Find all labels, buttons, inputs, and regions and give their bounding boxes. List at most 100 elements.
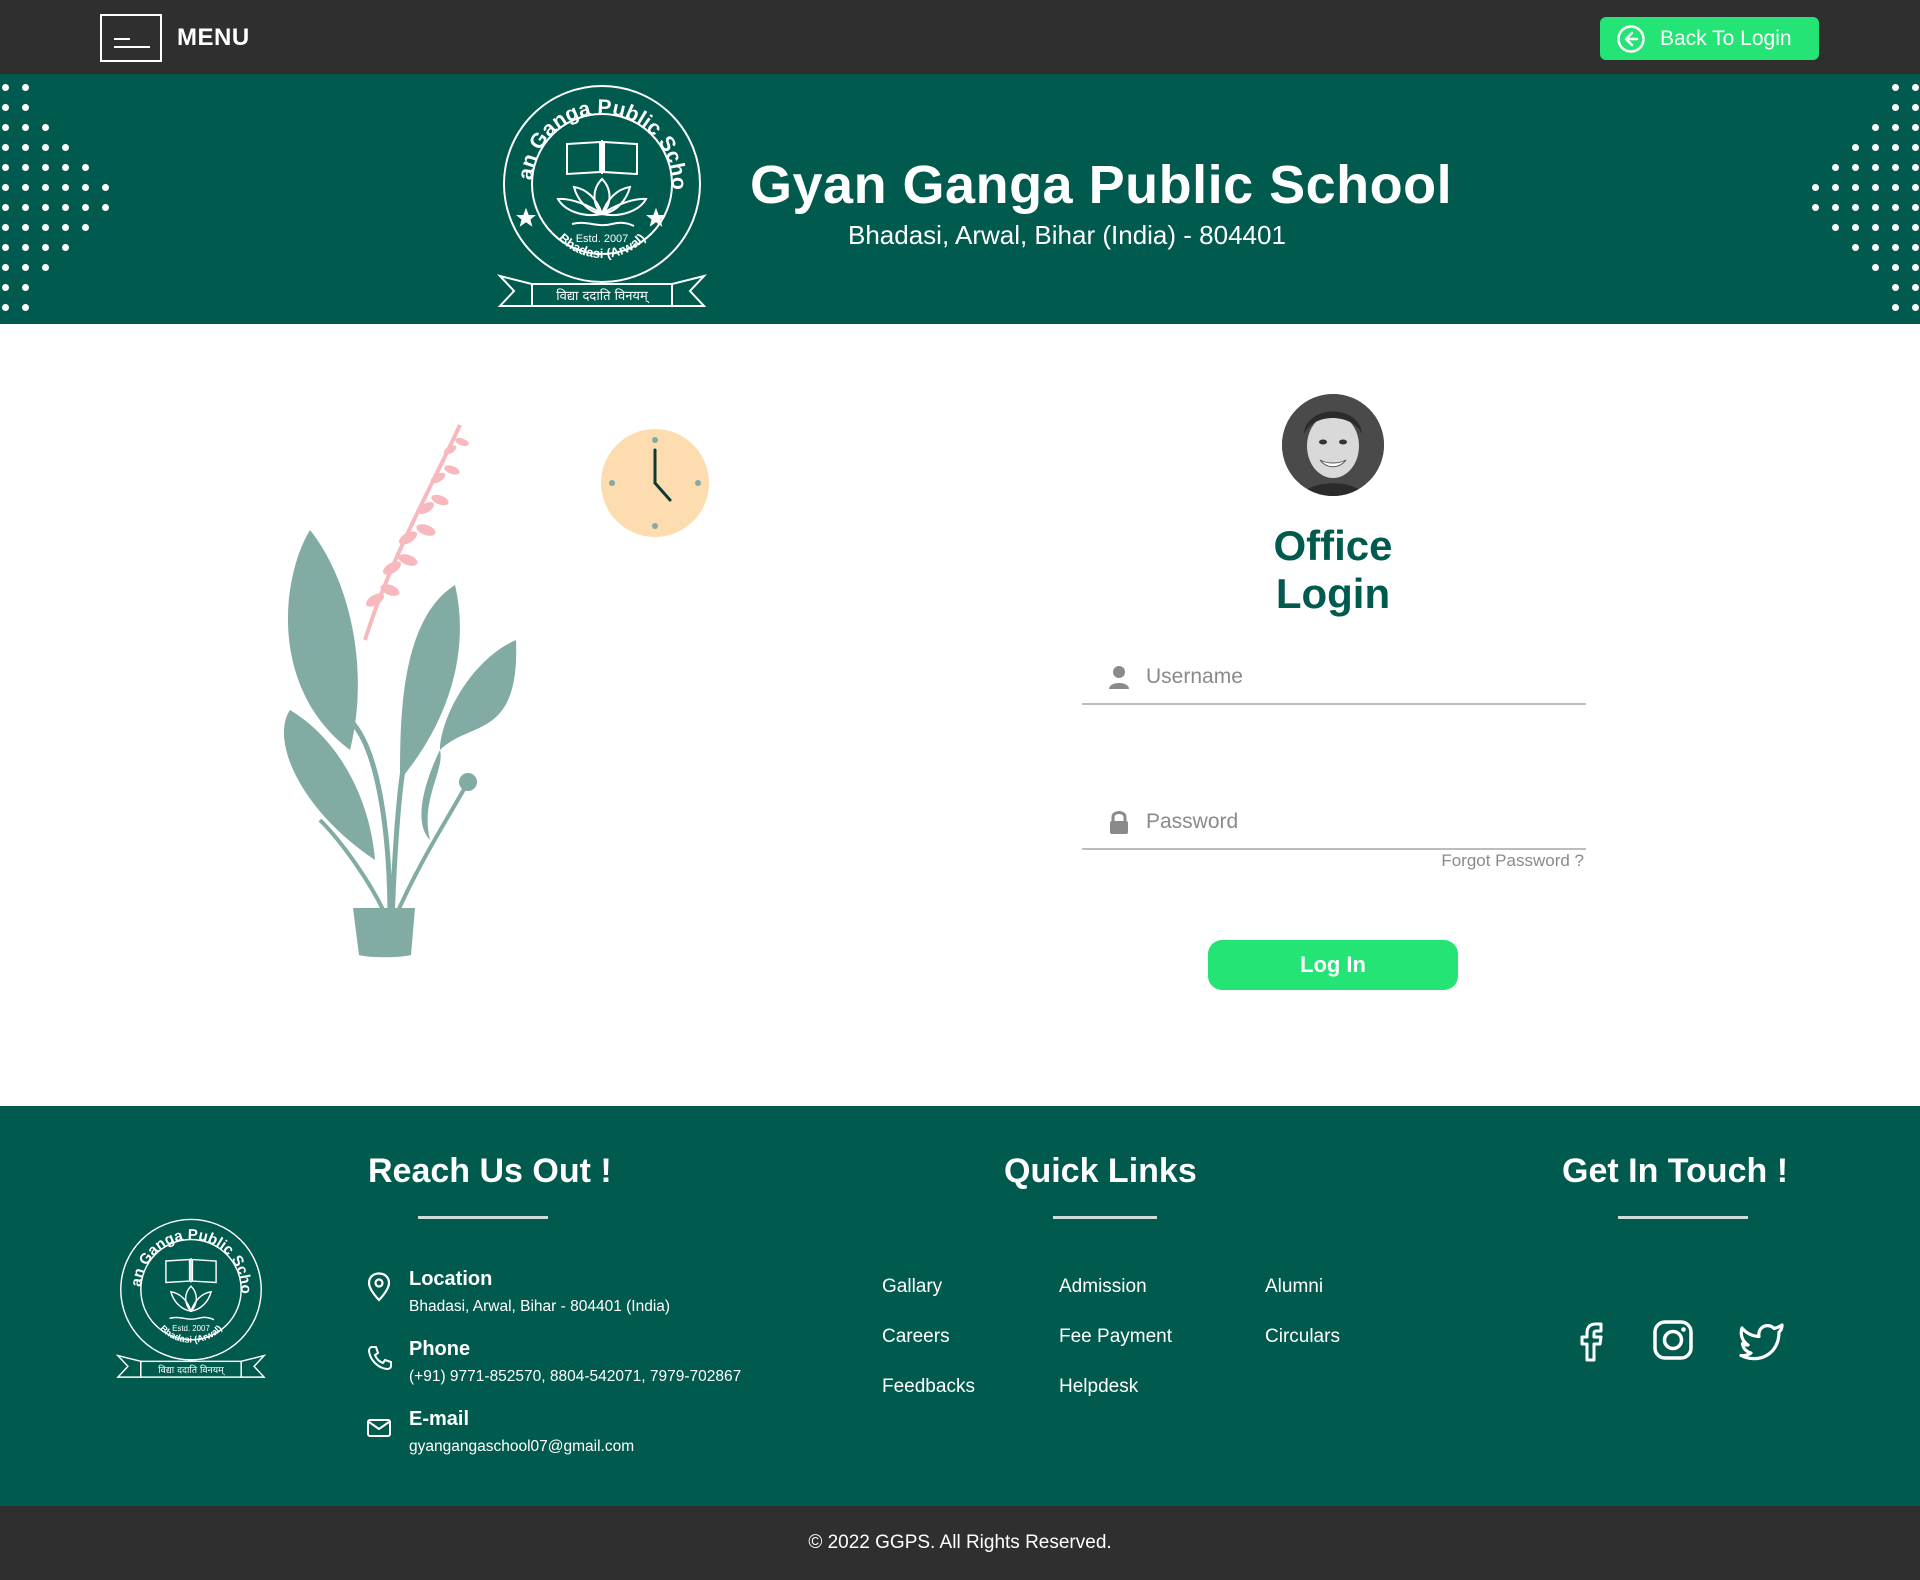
login-title: Office Login xyxy=(1273,522,1393,617)
mail-icon xyxy=(367,1419,391,1437)
decorative-dot xyxy=(1812,184,1819,191)
back-to-login-button[interactable]: Back To Login xyxy=(1600,17,1819,60)
decorative-dot xyxy=(1852,164,1859,171)
decorative-dot xyxy=(62,164,69,171)
decorative-dot xyxy=(1872,264,1879,271)
copyright-text: © 2022 GGPS. All Rights Reserved. xyxy=(808,1532,1112,1553)
footer: Gyan Ganga Public School Bhadasi (Arwal)… xyxy=(0,1106,1920,1506)
decorative-dot xyxy=(22,144,29,151)
twitter-icon[interactable] xyxy=(1738,1316,1786,1364)
link-circulars[interactable]: Circulars xyxy=(1265,1326,1340,1348)
decorative-dot xyxy=(1812,204,1819,211)
decorative-dot xyxy=(1892,84,1899,91)
header-banner: Gyan Ganga Public School Bhadasi (Arwal)… xyxy=(0,74,1920,324)
menu-icon[interactable] xyxy=(100,14,162,62)
svg-text:Gyan Ganga Public School: Gyan Ganga Public School xyxy=(492,84,690,190)
facebook-icon[interactable] xyxy=(1568,1316,1616,1364)
decorative-dot xyxy=(1892,244,1899,251)
decorative-dot xyxy=(22,124,29,131)
decorative-dot xyxy=(42,184,49,191)
link-gallary[interactable]: Gallary xyxy=(882,1276,942,1298)
decorative-dot xyxy=(22,304,29,311)
decorative-dot xyxy=(42,144,49,151)
link-helpdesk[interactable]: Helpdesk xyxy=(1059,1376,1138,1398)
decorative-dot xyxy=(22,244,29,251)
decorative-dot xyxy=(1912,264,1919,271)
decorative-dot xyxy=(2,304,9,311)
decorative-dot xyxy=(1832,184,1839,191)
contact-location-title: Location xyxy=(409,1268,493,1290)
decorative-dot xyxy=(1872,124,1879,131)
decorative-dot xyxy=(2,144,9,151)
avatar xyxy=(1282,394,1384,496)
decorative-dot xyxy=(1872,144,1879,151)
decorative-dot xyxy=(1852,204,1859,211)
password-field xyxy=(1082,800,1586,850)
decorative-dot xyxy=(102,204,109,211)
decorative-dot xyxy=(42,224,49,231)
decorative-dot xyxy=(1872,204,1879,211)
decorative-dot xyxy=(2,224,9,231)
menu-label[interactable]: MENU xyxy=(177,24,250,52)
decorative-dot xyxy=(1912,164,1919,171)
copyright-bar: © 2022 GGPS. All Rights Reserved. xyxy=(0,1506,1920,1580)
password-input[interactable] xyxy=(1146,804,1566,840)
link-fee-payment[interactable]: Fee Payment xyxy=(1059,1326,1172,1348)
decorative-dot xyxy=(1852,184,1859,191)
decorative-dot xyxy=(1912,144,1919,151)
decorative-dot xyxy=(22,284,29,291)
decorative-dot xyxy=(1892,184,1899,191)
decorative-dot xyxy=(1912,204,1919,211)
login-button[interactable]: Log In xyxy=(1208,940,1458,990)
decorative-dot xyxy=(62,184,69,191)
lock-icon xyxy=(1110,811,1128,834)
svg-text:विद्या ददाति विनयम्: विद्या ददाति विनयम् xyxy=(556,288,649,304)
username-input[interactable] xyxy=(1146,659,1566,695)
decorative-dot xyxy=(1892,144,1899,151)
decorative-dot xyxy=(62,204,69,211)
contact-location-text: Bhadasi, Arwal, Bihar - 804401 (India) xyxy=(409,1298,671,1315)
decorative-dot xyxy=(22,164,29,171)
quick-links-underline xyxy=(1053,1216,1157,1219)
contact-email-text[interactable]: gyangangaschool07@gmail.com xyxy=(409,1438,634,1456)
link-alumni[interactable]: Alumni xyxy=(1265,1276,1323,1298)
decorative-dot xyxy=(1912,224,1919,231)
decorative-dot xyxy=(1872,244,1879,251)
instagram-icon[interactable] xyxy=(1649,1316,1697,1364)
link-admission[interactable]: Admission xyxy=(1059,1276,1147,1298)
decorative-dot xyxy=(1892,104,1899,111)
get-in-touch-heading: Get In Touch ! xyxy=(1562,1152,1789,1190)
forgot-password-link[interactable]: Forgot Password ? xyxy=(1400,851,1584,871)
decorative-dots-left xyxy=(0,74,120,324)
back-to-login-label: Back To Login xyxy=(1660,26,1792,50)
decorative-dot xyxy=(22,184,29,191)
decorative-dot xyxy=(42,164,49,171)
decorative-dot xyxy=(1892,264,1899,271)
link-feedbacks[interactable]: Feedbacks xyxy=(882,1376,975,1398)
decorative-dot xyxy=(1892,284,1899,291)
location-pin-icon xyxy=(367,1272,391,1302)
contact-phone-title: Phone xyxy=(409,1338,471,1360)
decorative-dot xyxy=(1892,304,1899,311)
decorative-dot xyxy=(2,264,9,271)
decorative-dot xyxy=(1872,164,1879,171)
decorative-dot xyxy=(1892,164,1899,171)
decorative-dot xyxy=(1852,244,1859,251)
decorative-dot xyxy=(2,184,9,191)
svg-text:Gyan Ganga Public School: Gyan Ganga Public School xyxy=(112,1218,254,1294)
decorative-dot xyxy=(1912,284,1919,291)
link-careers[interactable]: Careers xyxy=(882,1326,950,1348)
decorative-dot xyxy=(2,164,9,171)
decorative-dot xyxy=(22,84,29,91)
decorative-dot xyxy=(82,164,89,171)
reach-us-underline xyxy=(418,1216,548,1219)
decorative-dot xyxy=(2,104,9,111)
decorative-dot xyxy=(1912,84,1919,91)
decorative-dot xyxy=(1892,204,1899,211)
school-address: Bhadasi, Arwal, Bihar (India) - 804401 xyxy=(848,220,1286,250)
decorative-dot xyxy=(1912,244,1919,251)
plant-illustration xyxy=(283,424,517,958)
decorative-dot xyxy=(1912,104,1919,111)
contact-email-title: E-mail xyxy=(409,1408,470,1430)
footer-school-logo: Gyan Ganga Public School Bhadasi (Arwal)… xyxy=(112,1218,267,1378)
